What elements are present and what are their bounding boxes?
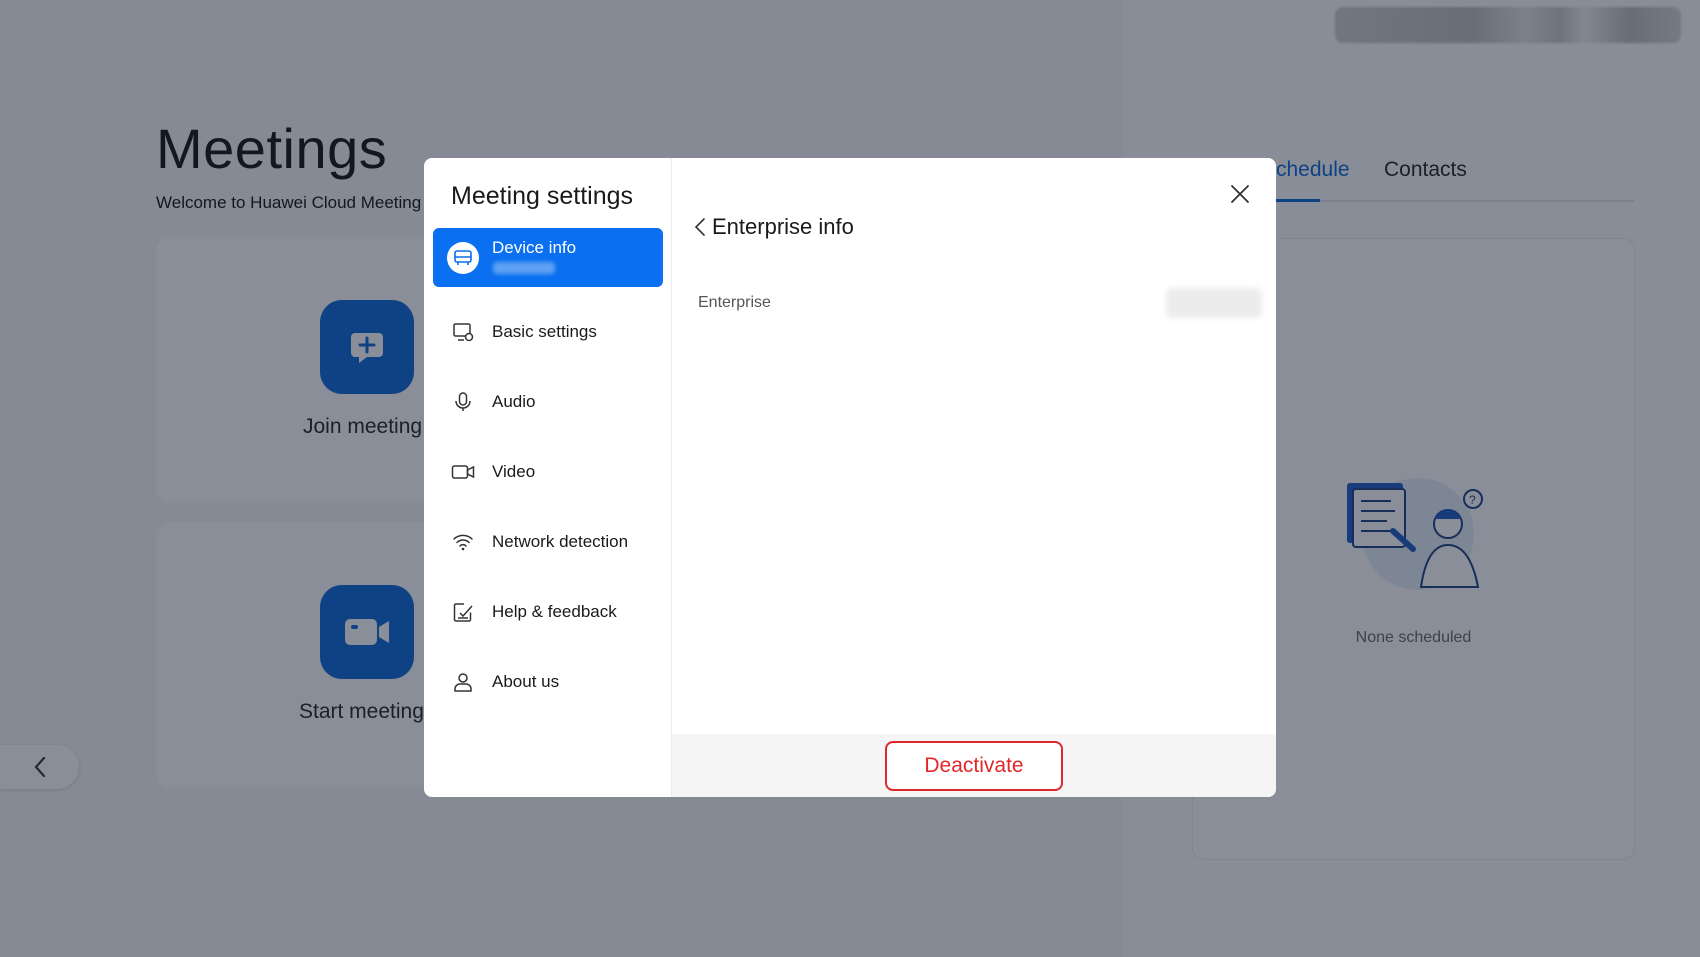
chevron-left-icon: [694, 218, 705, 236]
wifi-icon: [451, 530, 475, 554]
menu-item-about-us[interactable]: About us: [433, 647, 663, 717]
enterprise-value-blurred: [1166, 288, 1262, 318]
menu-item-device-info[interactable]: Device info: [433, 228, 663, 287]
section-title: Enterprise info: [712, 214, 854, 239]
enterprise-row: Enterprise: [698, 288, 1262, 318]
dialog-title: Meeting settings: [451, 182, 634, 210]
menu-item-audio[interactable]: Audio: [433, 367, 663, 437]
menu-item-label: Video: [492, 462, 536, 481]
menu-item-basic-settings[interactable]: Basic settings: [433, 297, 663, 367]
settings-sidebar: Meeting settings Device info Basic setti…: [424, 158, 672, 797]
close-icon: [1231, 185, 1249, 203]
menu-item-label: About us: [492, 672, 560, 691]
feedback-icon: [451, 600, 475, 624]
menu-item-label: Audio: [492, 392, 536, 411]
menu-item-help-feedback[interactable]: Help & feedback: [433, 577, 663, 647]
camera-icon: [451, 460, 475, 484]
enterprise-label: Enterprise: [698, 294, 771, 311]
menu-item-label: Basic settings: [492, 322, 597, 341]
device-icon: [447, 242, 479, 274]
close-button[interactable]: [1226, 180, 1254, 208]
menu-item-network-detection[interactable]: Network detection: [433, 507, 663, 577]
microphone-icon: [451, 390, 475, 414]
device-id-blurred: [493, 262, 555, 274]
deactivate-button[interactable]: Deactivate: [885, 740, 1063, 791]
settings-content: Enterprise info Enterprise Deactivate: [672, 158, 1276, 797]
meeting-settings-dialog: Meeting settings Device info Basic setti…: [424, 158, 1276, 797]
menu-item-label: Device info: [492, 238, 577, 257]
back-button[interactable]: Enterprise info: [694, 214, 854, 240]
menu-item-video[interactable]: Video: [433, 437, 663, 507]
menu-item-label: Help & feedback: [492, 602, 617, 621]
monitor-settings-icon: [451, 320, 475, 344]
user-icon: [451, 670, 475, 694]
dialog-footer: Deactivate: [672, 734, 1276, 797]
settings-menu: Device info Basic settings Audio Video N…: [433, 228, 663, 717]
menu-item-label: Network detection: [492, 532, 629, 551]
